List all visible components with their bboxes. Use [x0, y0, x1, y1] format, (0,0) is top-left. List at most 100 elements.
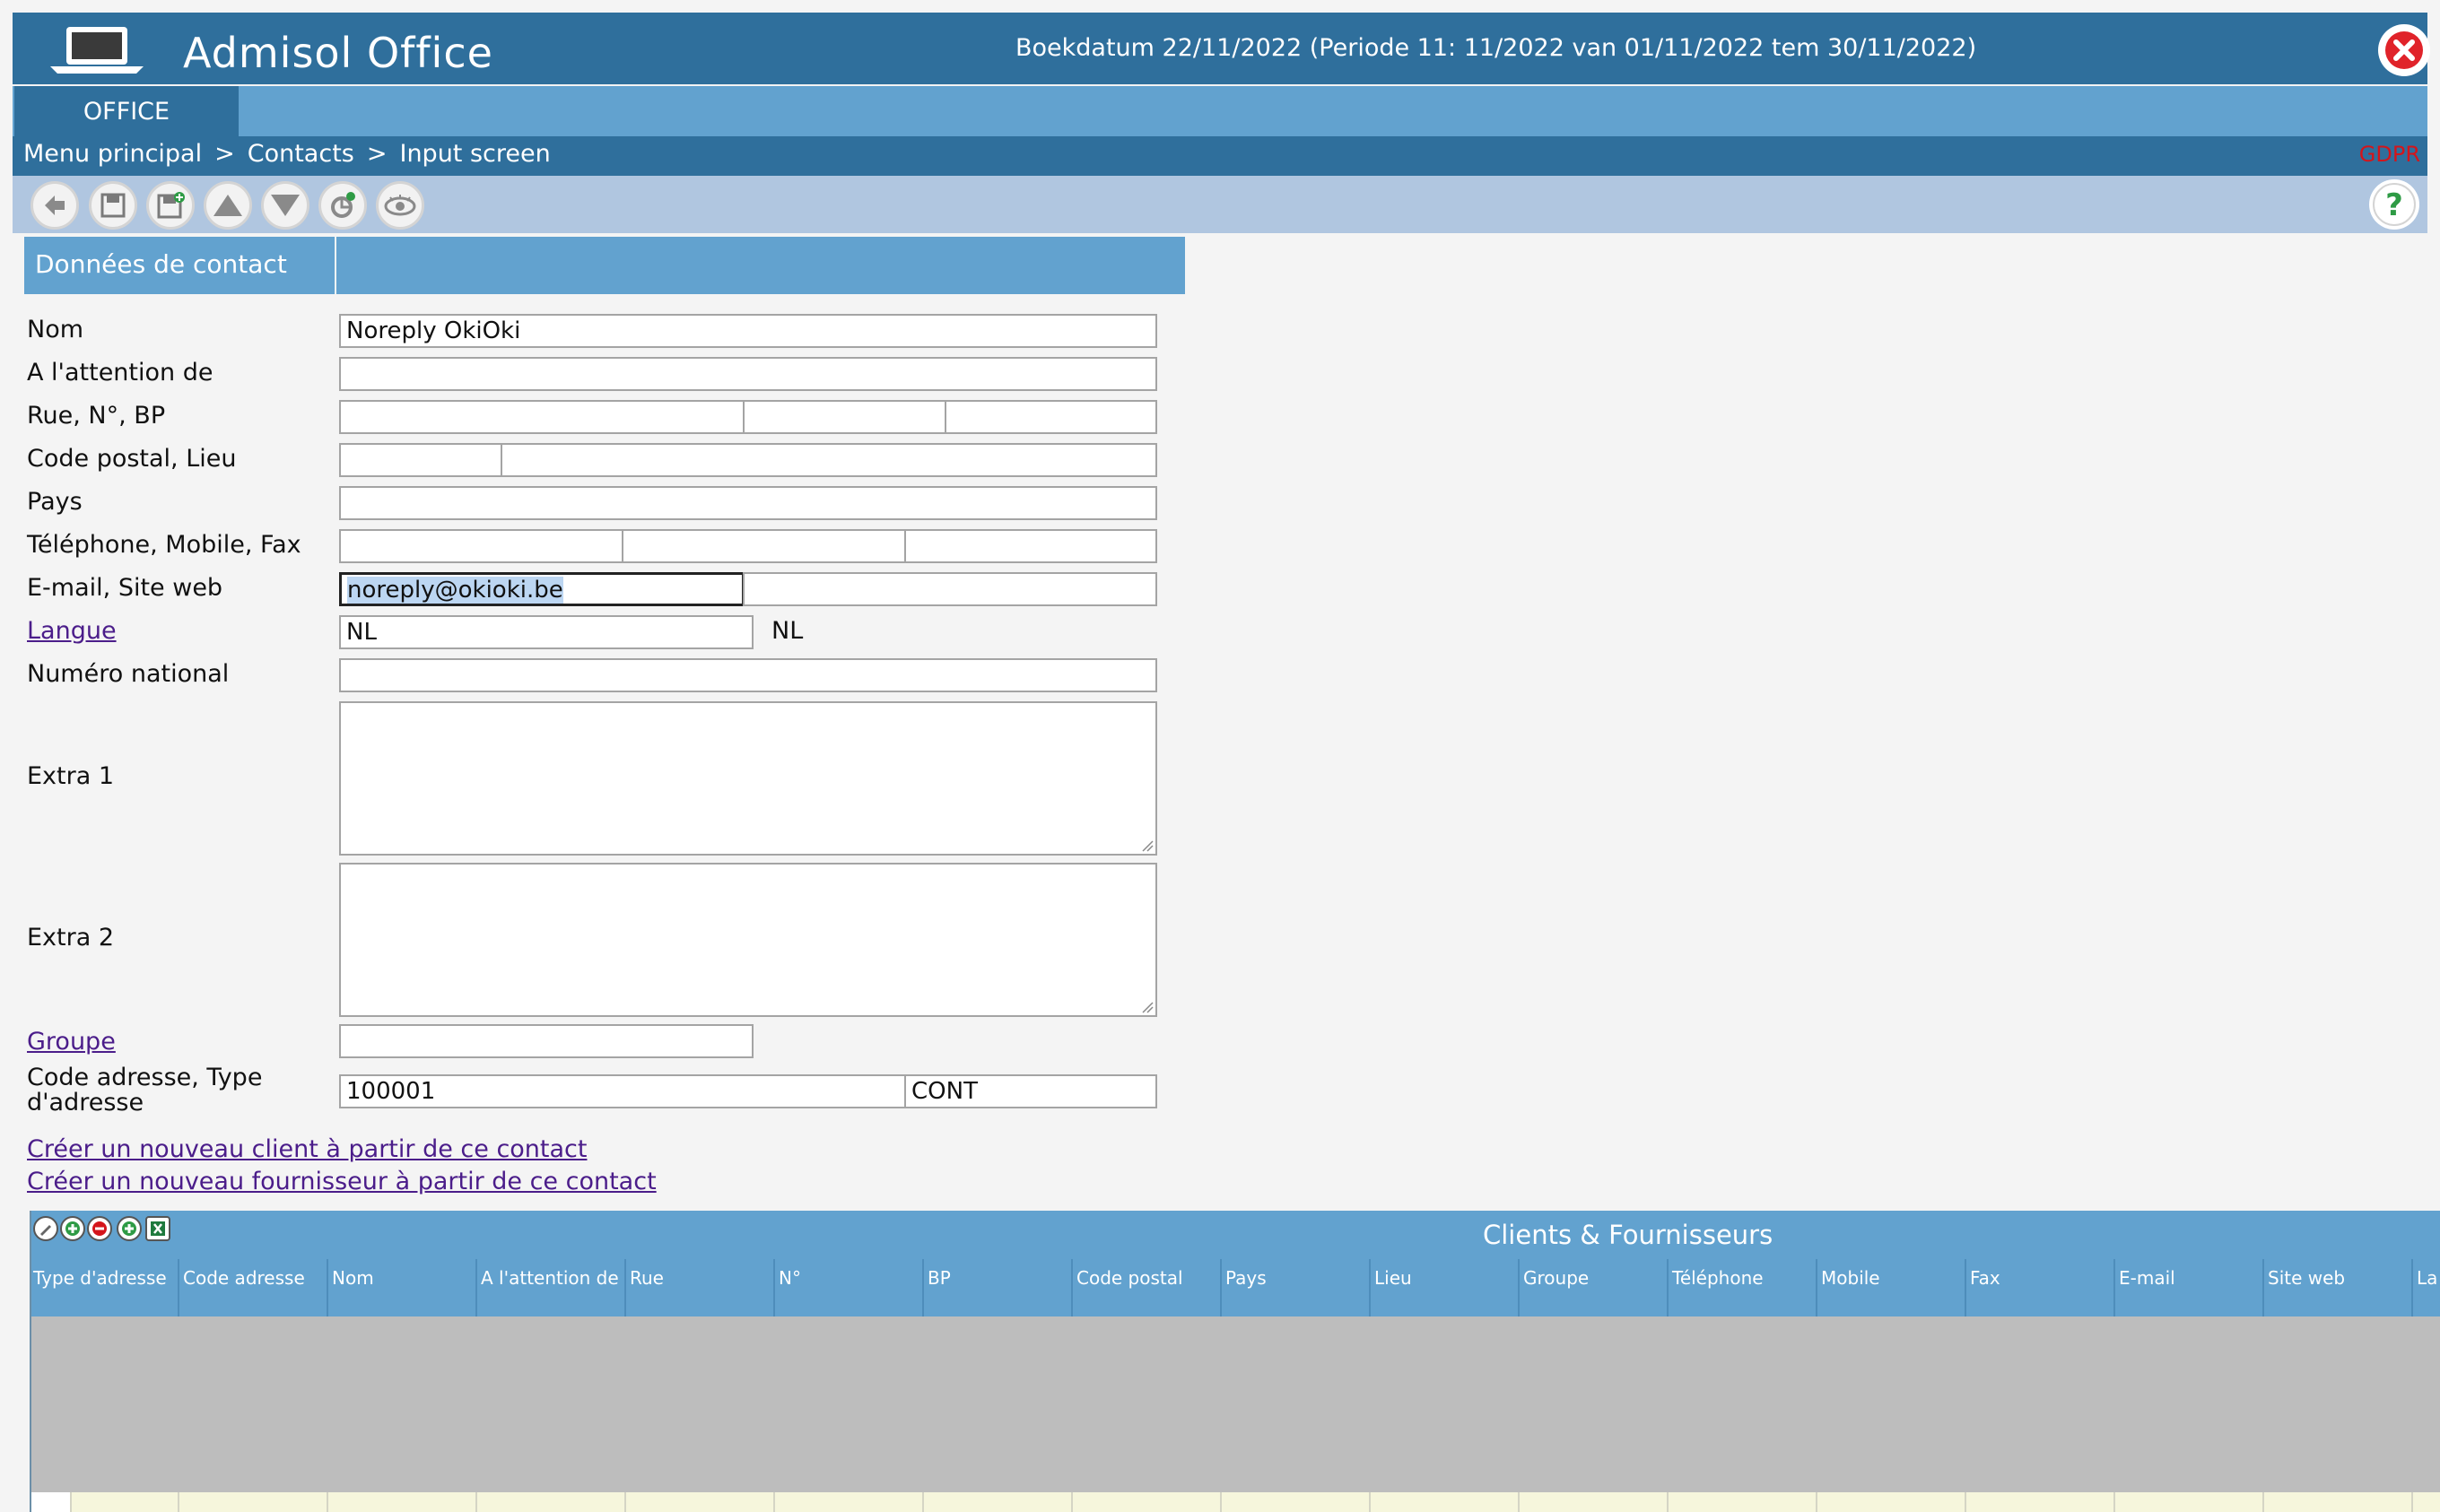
refresh-icon — [331, 192, 355, 218]
excel-icon[interactable] — [145, 1216, 170, 1241]
langue-display: NL — [771, 617, 804, 645]
code-adresse-input[interactable]: 100001 — [339, 1074, 906, 1108]
section-header-fill — [336, 237, 1185, 294]
period-info: Boekdatum 22/11/2022 (Periode 11: 11/202… — [1015, 34, 1977, 62]
view-icon — [384, 195, 416, 216]
table-row[interactable] — [30, 1492, 2440, 1512]
code-postal-label: Code postal, Lieu — [27, 445, 237, 473]
attention-input[interactable] — [339, 357, 1157, 391]
col-groupe[interactable]: Groupe — [1520, 1259, 1669, 1316]
back-icon — [45, 196, 65, 215]
col-attention[interactable]: A l'attention de — [477, 1259, 626, 1316]
section-title: Données de contact — [24, 237, 335, 294]
col-bp[interactable]: BP — [924, 1259, 1073, 1316]
col-fax[interactable]: Fax — [1966, 1259, 2115, 1316]
gdpr-link[interactable]: GDPR — [2359, 142, 2420, 167]
langue-link[interactable]: Langue — [27, 617, 117, 645]
col-nom[interactable]: Nom — [328, 1259, 477, 1316]
resize-grip-icon[interactable] — [1141, 839, 1154, 852]
resize-grip-icon[interactable] — [1141, 1001, 1154, 1013]
mobile-input[interactable] — [622, 529, 906, 563]
add-alt-icon[interactable] — [117, 1216, 142, 1241]
create-supplier-link[interactable]: Créer un nouveau fournisseur à partir de… — [27, 1168, 657, 1195]
create-client-link[interactable]: Créer un nouveau client à partir de ce c… — [27, 1135, 587, 1163]
fax-input[interactable] — [904, 529, 1157, 563]
site-web-input[interactable] — [743, 572, 1157, 606]
breadcrumb-separator: > — [214, 140, 235, 168]
help-icon: ? — [2373, 183, 2416, 226]
extra1-textarea[interactable] — [339, 701, 1157, 856]
close-icon — [2385, 31, 2423, 69]
code-adresse-label: Code adresse, Type d'adresse — [27, 1064, 263, 1117]
save-new-button[interactable] — [146, 181, 195, 230]
back-button[interactable] — [30, 181, 79, 230]
rue-label: Rue, N°, BP — [27, 402, 166, 430]
col-telephone[interactable]: Téléphone — [1669, 1259, 1817, 1316]
numero-national-label: Numéro national — [27, 660, 230, 688]
breadcrumb-input-screen: Input screen — [399, 140, 551, 168]
tab-office[interactable]: OFFICE — [14, 86, 239, 136]
email-label: E-mail, Site web — [27, 574, 223, 602]
email-input[interactable]: noreply@okioki.be — [339, 572, 745, 606]
groupe-link[interactable]: Groupe — [27, 1028, 116, 1056]
col-mobile[interactable]: Mobile — [1817, 1259, 1966, 1316]
nom-label: Nom — [27, 316, 84, 343]
app-title: Admisol Office — [183, 29, 493, 77]
grid-body — [30, 1316, 2440, 1492]
col-email[interactable]: E-mail — [2115, 1259, 2264, 1316]
rue-input[interactable] — [339, 400, 745, 434]
lieu-input[interactable] — [501, 443, 1157, 477]
down-arrow-icon — [271, 195, 300, 216]
help-button[interactable]: ? — [2369, 179, 2419, 230]
toolbar: ? — [13, 176, 2427, 233]
col-type-adresse[interactable]: Type d'adresse — [30, 1259, 179, 1316]
grid-column-headers: Type d'adresse Code adresse Nom A l'atte… — [30, 1259, 2440, 1316]
breadcrumb: Menu principal > Contacts > Input screen — [23, 140, 551, 168]
extra2-textarea[interactable] — [339, 863, 1157, 1017]
col-lieu[interactable]: Lieu — [1371, 1259, 1520, 1316]
grid-title: Clients & Fournisseurs — [1483, 1220, 1773, 1250]
email-value: noreply@okioki.be — [347, 577, 563, 604]
grid-header: Clients & Fournisseurs — [30, 1211, 2440, 1259]
refresh-button[interactable] — [318, 181, 367, 230]
tab-strip: OFFICE — [13, 86, 2427, 136]
breadcrumb-menu-principal[interactable]: Menu principal — [23, 140, 202, 168]
groupe-input[interactable] — [339, 1024, 754, 1058]
numero-national-input[interactable] — [339, 658, 1157, 692]
save-new-icon — [157, 192, 185, 219]
add-icon[interactable] — [60, 1216, 85, 1241]
col-code-adresse[interactable]: Code adresse — [179, 1259, 328, 1316]
edit-icon[interactable] — [33, 1216, 58, 1241]
move-down-button[interactable] — [261, 181, 309, 230]
save-button[interactable] — [89, 181, 137, 230]
col-rue[interactable]: Rue — [626, 1259, 775, 1316]
title-bar: Admisol Office Boekdatum 22/11/2022 (Per… — [13, 13, 2430, 84]
breadcrumb-separator: > — [366, 140, 388, 168]
move-up-button[interactable] — [204, 181, 252, 230]
laptop-icon — [47, 25, 147, 75]
view-button[interactable] — [376, 181, 424, 230]
bp-input[interactable] — [945, 400, 1157, 434]
remove-icon[interactable] — [87, 1216, 112, 1241]
pays-label: Pays — [27, 488, 83, 516]
pays-input[interactable] — [339, 486, 1157, 520]
col-la[interactable]: La — [2413, 1259, 2440, 1316]
breadcrumb-contacts[interactable]: Contacts — [248, 140, 354, 168]
langue-input[interactable]: NL — [339, 615, 754, 649]
code-postal-input[interactable] — [339, 443, 502, 477]
grid-border — [30, 1211, 31, 1512]
type-adresse-input[interactable]: CONT — [904, 1074, 1157, 1108]
numero-input[interactable] — [743, 400, 946, 434]
close-button[interactable] — [2378, 24, 2430, 76]
nom-input[interactable]: Noreply OkiOki — [339, 314, 1157, 348]
col-code-postal[interactable]: Code postal — [1073, 1259, 1222, 1316]
up-arrow-icon — [214, 195, 242, 216]
breadcrumb-bar: Menu principal > Contacts > Input screen GDP… — [13, 136, 2427, 176]
col-pays[interactable]: Pays — [1222, 1259, 1371, 1316]
telephone-label: Téléphone, Mobile, Fax — [27, 531, 301, 559]
extra1-label: Extra 1 — [27, 762, 115, 790]
col-numero[interactable]: N° — [775, 1259, 924, 1316]
telephone-input[interactable] — [339, 529, 623, 563]
attention-label: A l'attention de — [27, 359, 214, 387]
col-site-web[interactable]: Site web — [2264, 1259, 2413, 1316]
